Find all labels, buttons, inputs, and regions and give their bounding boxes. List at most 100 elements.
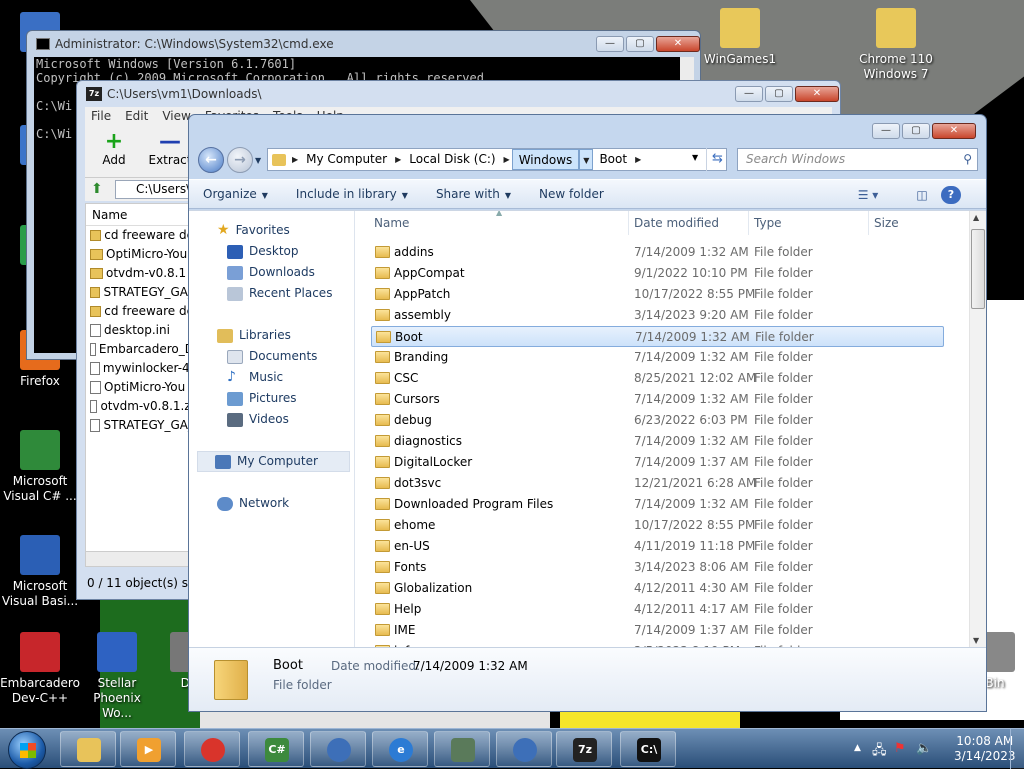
close-button[interactable]: ✕ (656, 36, 700, 52)
horizontal-scrollbar[interactable] (85, 551, 195, 567)
scroll-thumb[interactable] (971, 229, 985, 309)
new-folder-button[interactable]: New folder (525, 187, 618, 201)
list-item[interactable]: STRATEGY_GA_ (86, 416, 194, 435)
file-row[interactable]: Cursors 7/14/2009 1:32 AM File folder (371, 389, 944, 410)
tree-item-favorites[interactable]: ★ Favorites (217, 220, 290, 241)
forward-button[interactable]: → (227, 147, 253, 173)
clock[interactable]: 10:08 AM 3/14/2023 (954, 734, 1016, 764)
desktop-icon[interactable]: Embarcadero Dev-C++ (0, 632, 80, 706)
chevron-right-icon[interactable]: ▶ (502, 155, 512, 164)
list-item[interactable]: OptiMicro-You (86, 245, 194, 264)
show-desktop-button[interactable] (1010, 729, 1024, 769)
taskbar-item-app-blue-2[interactable] (496, 731, 552, 767)
start-button[interactable] (8, 731, 46, 769)
file-row[interactable]: assembly 3/14/2023 9:20 AM File folder (371, 305, 944, 326)
tree-item-desktop[interactable]: Desktop (227, 241, 299, 262)
share-with-button[interactable]: Share with ▼ (422, 187, 525, 201)
taskbar-item-media-player[interactable]: ▶ (120, 731, 176, 767)
explorer-window[interactable]: — ▢ ✕ ← → ▼ ▶ My Computer ▶ Local Disk (C:… (188, 114, 987, 712)
file-row[interactable]: debug 6/23/2022 6:03 PM File folder (371, 410, 944, 431)
address-history-chevron-icon[interactable]: ▼ (692, 153, 698, 162)
navigation-pane[interactable]: ★ Favorites Desktop Downloads Recent Plac… (189, 211, 355, 647)
taskbar-item-cmd[interactable]: C:\ (620, 731, 676, 767)
file-row[interactable]: Boot 7/14/2009 1:32 AM File folder (371, 326, 944, 347)
tree-item-network[interactable]: Network (217, 493, 289, 514)
list-item[interactable]: STRATEGY_GA_ (86, 283, 194, 302)
desktop-icon[interactable]: Microsoft Visual C# ... (0, 430, 80, 504)
breadcrumb[interactable]: ▶ My Computer ▶ Local Disk (C:) ▶ Window… (267, 148, 727, 171)
maximize-button[interactable]: ▢ (626, 36, 654, 52)
minimize-button[interactable]: — (596, 36, 624, 52)
search-icon[interactable]: ⚲ (963, 149, 972, 170)
list-item[interactable]: cd freeware de (86, 226, 194, 245)
tree-item-videos[interactable]: Videos (227, 409, 289, 430)
file-row[interactable]: IME 7/14/2009 1:37 AM File folder (371, 620, 944, 641)
show-hidden-icons-icon[interactable]: ▲ (854, 743, 861, 753)
tree-item-documents[interactable]: Documents (227, 346, 317, 367)
file-row[interactable]: en-US 4/11/2019 11:18 PM File folder (371, 536, 944, 557)
column-divider[interactable] (748, 211, 749, 235)
desktop-icon[interactable]: Stellar Phoenix Wo... (77, 632, 157, 721)
tree-item-recent-places[interactable]: Recent Places (227, 283, 332, 304)
close-button[interactable]: ✕ (932, 123, 976, 139)
file-row[interactable]: Downloaded Program Files 7/14/2009 1:32 A… (371, 494, 944, 515)
vertical-scrollbar[interactable]: ▲ ▼ (969, 211, 986, 647)
file-list[interactable]: Name ▲ Date modified Type Size addins 7/1… (356, 211, 968, 647)
search-input[interactable]: Search Windows ⚲ (737, 148, 978, 171)
up-folder-icon[interactable]: ⬆ (91, 181, 103, 197)
taskbar-item-internet-explorer[interactable]: e (372, 731, 428, 767)
file-row[interactable]: CSC 8/25/2021 12:02 AM File folder (371, 368, 944, 389)
file-row[interactable]: diagnostics 7/14/2009 1:32 AM File folder (371, 431, 944, 452)
recent-pages-chevron-icon[interactable]: ▼ (255, 156, 261, 165)
organize-button[interactable]: Organize ▼ (189, 187, 282, 201)
add-button[interactable]: + Add (91, 125, 137, 177)
column-header-size[interactable]: Size (874, 216, 899, 230)
chevron-right-icon[interactable]: ▶ (290, 155, 300, 164)
desktop-icon[interactable]: Chrome 110 Windows 7 (856, 8, 936, 82)
minimize-button[interactable]: — (872, 123, 900, 139)
change-view-icon[interactable]: ☰ ▾ (853, 186, 883, 204)
list-item[interactable]: otvdm-v0.8.1.zi (86, 397, 194, 416)
file-row[interactable]: Globalization 4/12/2011 4:30 AM File folde… (371, 578, 944, 599)
minimize-button[interactable]: — (735, 86, 763, 102)
chevron-right-icon[interactable]: ▶ (633, 155, 643, 164)
chevron-down-icon[interactable]: ▼ (579, 149, 594, 170)
taskbar-item-app-blue-1[interactable] (310, 731, 366, 767)
breadcrumb-windows[interactable]: Windows (511, 149, 580, 170)
column-header-type[interactable]: Type (754, 216, 782, 230)
back-button[interactable]: ← (198, 147, 224, 173)
tree-item-my-computer[interactable]: My Computer (197, 451, 350, 472)
file-row[interactable]: AppCompat 9/1/2022 10:10 PM File folder (371, 263, 944, 284)
list-item[interactable]: otvdm-v0.8.1 (86, 264, 194, 283)
file-row[interactable]: ehome 10/17/2022 8:55 PM File folder (371, 515, 944, 536)
desktop-icon[interactable]: WinGames1 (700, 8, 780, 67)
maximize-button[interactable]: ▢ (902, 123, 930, 139)
column-header-name[interactable]: Name (374, 216, 409, 230)
column-divider[interactable] (868, 211, 869, 235)
file-row[interactable]: Help 4/12/2011 4:17 AM File folder (371, 599, 944, 620)
breadcrumb-boot[interactable]: Boot (593, 149, 633, 170)
column-divider[interactable] (628, 211, 629, 235)
scroll-down-icon[interactable]: ▼ (973, 636, 979, 645)
tree-item-libraries[interactable]: Libraries (217, 325, 291, 346)
menu-item-file[interactable]: File (91, 107, 111, 125)
include-in-library-button[interactable]: Include in library ▼ (282, 187, 422, 201)
column-header-date[interactable]: Date modified (634, 216, 719, 230)
file-row[interactable]: Branding 7/14/2009 1:32 AM File folder (371, 347, 944, 368)
volume-icon[interactable]: 🔈 (916, 741, 932, 756)
taskbar-item-7zip[interactable]: 7z (556, 731, 612, 767)
list-item[interactable]: cd freeware de (86, 302, 194, 321)
breadcrumb-my-computer[interactable]: My Computer (300, 149, 393, 170)
extract-button[interactable]: — Extract (147, 125, 193, 177)
file-row[interactable]: dot3svc 12/21/2021 6:28 AM File folder (371, 473, 944, 494)
list-item[interactable]: mywinlocker-4- (86, 359, 194, 378)
taskbar-item-visual-csharp[interactable]: C# (248, 731, 304, 767)
network-status-icon[interactable]: 🖧 (872, 741, 887, 763)
menu-item-view[interactable]: View (162, 107, 190, 125)
file-row[interactable]: addins 7/14/2009 1:32 AM File folder (371, 242, 944, 263)
list-item[interactable]: desktop.ini (86, 321, 194, 340)
file-row[interactable]: Fonts 3/14/2023 8:06 AM File folder (371, 557, 944, 578)
taskbar-item-explorer[interactable] (60, 731, 116, 767)
list-item[interactable]: Embarcadero_D (86, 340, 194, 359)
column-header-name[interactable]: Name (86, 204, 194, 226)
